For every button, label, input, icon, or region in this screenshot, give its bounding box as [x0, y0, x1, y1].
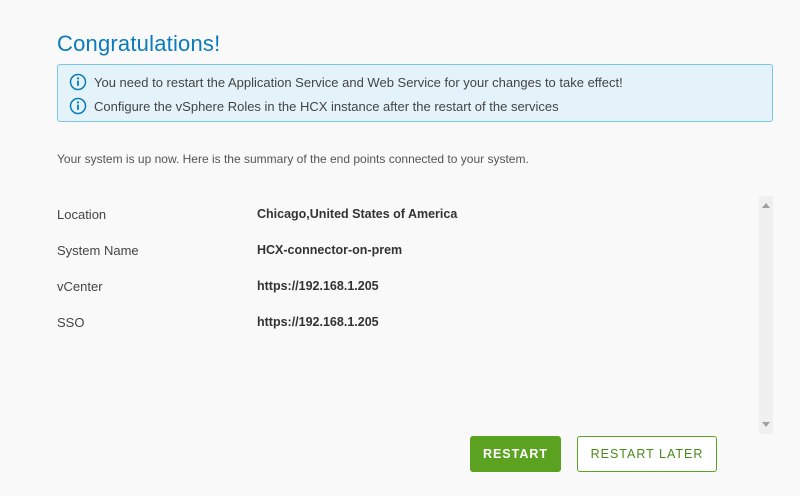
info-alert: You need to restart the Application Serv…	[57, 64, 773, 122]
detail-row-system-name: System Name HCX-connector-on-prem	[57, 240, 402, 260]
restart-dialog: Congratulations! You need to restart the…	[0, 0, 800, 496]
page-title: Congratulations!	[57, 31, 221, 56]
detail-label: SSO	[57, 314, 85, 330]
detail-row-sso: SSO https://192.168.1.205	[57, 312, 379, 332]
detail-value: https://192.168.1.205	[257, 279, 379, 293]
alert-message-row: Configure the vSphere Roles in the HCX i…	[69, 96, 559, 116]
detail-label: vCenter	[57, 278, 103, 294]
detail-label: Location	[57, 206, 107, 222]
detail-value: Chicago,United States of America	[257, 207, 458, 221]
alert-message-row: You need to restart the Application Serv…	[69, 72, 623, 92]
restart-button[interactable]: RESTART	[470, 436, 561, 472]
scroll-down-icon[interactable]	[762, 422, 770, 427]
vertical-scrollbar[interactable]	[759, 196, 773, 434]
alert-message-text: Configure the vSphere Roles in the HCX i…	[94, 98, 559, 114]
info-icon	[69, 97, 87, 115]
alert-message-text: You need to restart the Application Serv…	[94, 74, 623, 90]
detail-row-vcenter: vCenter https://192.168.1.205	[57, 276, 379, 296]
detail-label: System Name	[57, 242, 139, 258]
detail-value: HCX-connector-on-prem	[257, 243, 403, 257]
summary-text: Your system is up now. Here is the summa…	[57, 152, 529, 166]
info-icon	[69, 73, 87, 91]
detail-value: https://192.168.1.205	[257, 315, 379, 329]
scroll-up-icon[interactable]	[762, 203, 770, 208]
restart-later-button[interactable]: RESTART LATER	[577, 436, 717, 472]
endpoint-summary-list: Location Chicago,United States of Americ…	[57, 196, 772, 434]
detail-row-location: Location Chicago,United States of Americ…	[57, 204, 457, 224]
